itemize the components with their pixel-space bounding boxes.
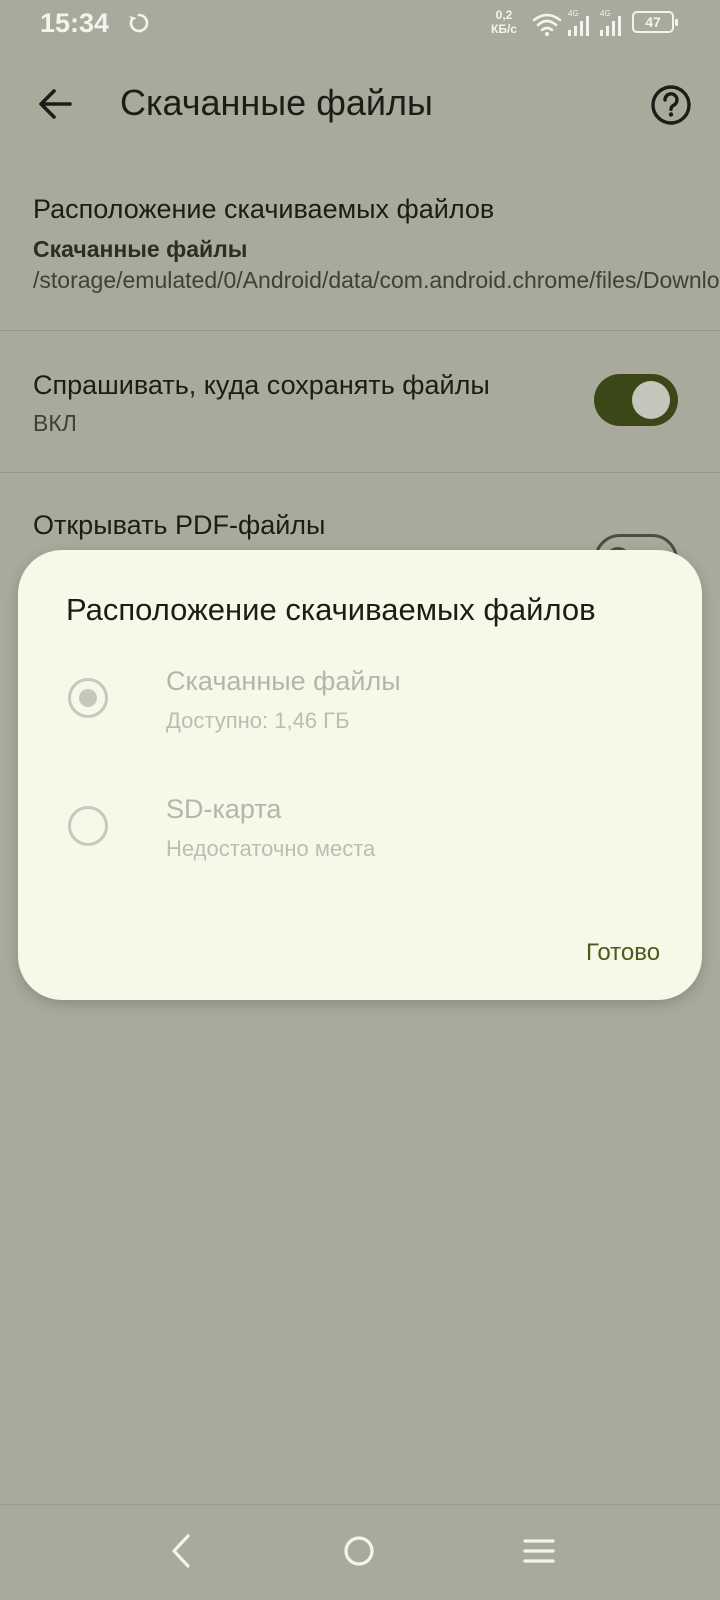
network-speed: 0,2 КБ/с [491, 8, 517, 36]
nav-back-icon[interactable] [160, 1528, 206, 1574]
nav-menu-icon[interactable] [516, 1528, 562, 1574]
sync-icon [129, 13, 149, 33]
nav-home-icon[interactable] [336, 1528, 382, 1574]
setting-summary: ВКЛ [33, 410, 77, 436]
nav-divider [0, 1504, 720, 1505]
radio-button[interactable] [68, 678, 108, 718]
status-bar: 15:34 0,2 КБ/с 4G 4G 47 [0, 0, 720, 50]
svg-text:4G: 4G [600, 9, 611, 18]
app-bar: Скачанные файлы [0, 60, 720, 150]
divider [0, 472, 720, 473]
arrow-back-icon[interactable] [34, 82, 78, 126]
divider [0, 330, 720, 331]
signal-icon: 4G [600, 9, 621, 36]
status-time: 15:34 [40, 8, 110, 38]
option-title: SD-карта [166, 794, 282, 824]
option-title: Скачанные файлы [166, 666, 401, 696]
page-title: Скачанные файлы [120, 82, 433, 123]
setting-title: Открывать PDF-файлы [33, 510, 326, 540]
signal-icon: 4G [568, 9, 589, 36]
done-button[interactable]: Готово [566, 930, 680, 974]
svg-text:4G: 4G [568, 9, 579, 18]
ask-where-toggle[interactable] [594, 374, 678, 426]
wifi-icon [532, 13, 562, 36]
battery-icon: 47 [632, 11, 678, 33]
download-location-dialog: Расположение скачиваемых файлов Скачанны… [18, 550, 702, 1000]
setting-title: Расположение скачиваемых файлов [33, 194, 495, 224]
option-subtitle: Недостаточно места [166, 836, 376, 861]
setting-summary: Скачанные файлы /storage/emulated/0/Andr… [33, 236, 720, 293]
help-circle-icon[interactable] [650, 84, 692, 126]
setting-title: Спрашивать, куда сохранять файлы [33, 370, 490, 400]
radio-button[interactable] [68, 806, 108, 846]
option-subtitle: Доступно: 1,46 ГБ [166, 708, 350, 733]
dialog-title: Расположение скачиваемых файлов [66, 592, 596, 627]
